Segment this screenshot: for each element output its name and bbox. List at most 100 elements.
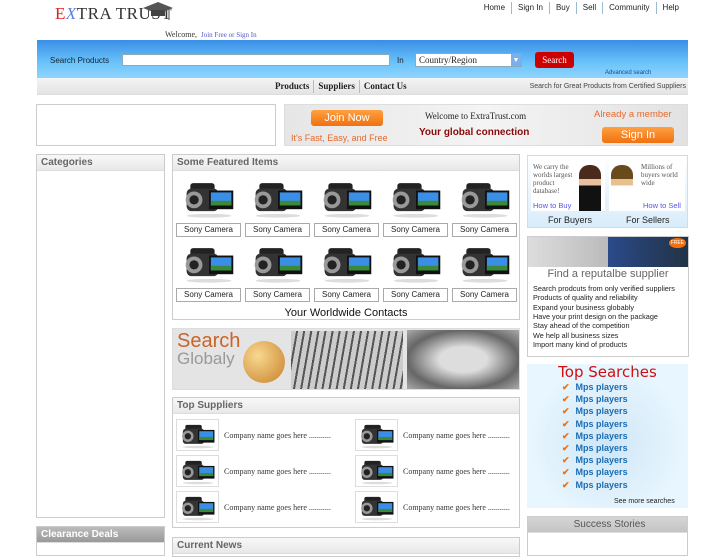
top-search-label[interactable]: Mps players — [576, 382, 628, 392]
supplier-benefit: Products of quality and reliability — [533, 293, 638, 303]
checkmark-icon: ✔ — [562, 430, 570, 441]
advanced-search-link[interactable]: Advanced search — [605, 70, 651, 76]
top-search-item[interactable]: ✔ Mps players — [562, 419, 628, 430]
country-select[interactable]: Country/Region ▼ — [415, 53, 522, 67]
camera-icon — [358, 493, 396, 521]
camera-icon — [319, 240, 375, 286]
how-to-sell-link[interactable]: How to Sell — [643, 201, 681, 210]
featured-item[interactable]: Sony Camera — [452, 175, 517, 237]
top-search-label[interactable]: Mps players — [576, 419, 628, 429]
company-name[interactable]: Company name goes here ........... — [403, 467, 510, 476]
supplier-item[interactable]: Company name goes here ........... — [355, 419, 510, 451]
featured-item[interactable]: Sony Camera — [245, 240, 310, 302]
top-search-item[interactable]: ✔ Mps players — [562, 382, 628, 393]
logo[interactable]: EXTRA TRUST — [55, 2, 173, 24]
featured-item-label: Sony Camera — [245, 288, 310, 302]
categories-panel: Categories — [36, 154, 165, 518]
camera-icon — [250, 175, 306, 221]
featured-item-label: Sony Camera — [452, 288, 517, 302]
seller-text: Millions of buyers world wide — [641, 163, 678, 187]
camera-icon — [457, 240, 513, 286]
supplier-item[interactable]: Company name goes here ........... — [176, 455, 331, 487]
in-label: In — [397, 56, 404, 65]
join-signin-link[interactable]: Join Free or Sign In — [201, 31, 257, 39]
featured-item[interactable]: Sony Camera — [452, 240, 517, 302]
featured-item-label: Sony Camera — [383, 288, 448, 302]
featured-item[interactable]: Sony Camera — [314, 175, 379, 237]
supplier-thumbnail — [355, 419, 398, 451]
featured-item-label: Sony Camera — [314, 288, 379, 302]
top-search-item[interactable]: ✔ Mps players — [562, 431, 628, 442]
top-search-label[interactable]: Mps players — [576, 431, 628, 441]
company-name[interactable]: Company name goes here ........... — [224, 503, 331, 512]
already-member: Already a member — [594, 109, 672, 120]
company-name[interactable]: Company name goes here ........... — [403, 503, 510, 512]
worldwide-contacts: Your Worldwide Contacts — [284, 307, 408, 319]
supplier-item[interactable]: Company name goes here ........... — [355, 455, 510, 487]
join-banner: Join Now It's Fast, Easy, and Free Welco… — [284, 104, 688, 146]
supplier-banner-image — [528, 237, 688, 267]
camera-icon — [181, 240, 237, 286]
featured-item[interactable]: Sony Camera — [383, 175, 448, 237]
for-sellers-label: For Sellers — [626, 215, 670, 225]
how-to-buy-link[interactable]: How to Buy — [533, 201, 571, 210]
top-search-label[interactable]: Mps players — [576, 455, 628, 465]
supplier-item[interactable]: Company name goes here ........... — [355, 491, 510, 523]
nav-buy[interactable]: Buy — [548, 2, 576, 14]
checkmark-icon: ✔ — [562, 418, 570, 429]
company-name[interactable]: Company name goes here ........... — [224, 467, 331, 476]
company-name[interactable]: Company name goes here ........... — [224, 431, 331, 440]
nav-sell[interactable]: Sell — [575, 2, 602, 14]
top-search-item[interactable]: ✔ Mps players — [562, 406, 628, 417]
menu-suppliers[interactable]: Suppliers — [313, 80, 359, 93]
top-search-label[interactable]: Mps players — [576, 467, 628, 477]
featured-item-label: Sony Camera — [314, 223, 379, 237]
supplier-item[interactable]: Company name goes here ........... — [176, 419, 331, 451]
supplier-benefit: We help all business sizes — [533, 330, 619, 340]
buyer-card[interactable]: We carry the worlds largest product data… — [531, 161, 605, 211]
nav-sign-in[interactable]: Sign In — [511, 2, 549, 14]
nav-home[interactable]: Home — [478, 2, 511, 14]
nav-community[interactable]: Community — [602, 2, 655, 14]
featured-item[interactable]: Sony Camera — [176, 175, 241, 237]
businesswoman-image — [611, 165, 633, 211]
top-search-item[interactable]: ✔ Mps players — [562, 455, 628, 466]
top-search-item[interactable]: ✔ Mps players — [562, 394, 628, 405]
search-button[interactable]: Search — [535, 52, 574, 68]
clearance-panel: Clearance Deals — [36, 526, 165, 556]
featured-item-label: Sony Camera — [452, 223, 517, 237]
categories-title: Categories — [37, 155, 164, 171]
menu-products[interactable]: Products — [271, 80, 313, 93]
top-search-item[interactable]: ✔ Mps players — [562, 467, 628, 478]
meeting-image — [407, 330, 519, 389]
search-input[interactable] — [122, 54, 390, 66]
camera-icon — [179, 421, 217, 449]
top-search-item[interactable]: ✔ Mps players — [562, 480, 628, 491]
join-now-button[interactable]: Join Now — [311, 110, 383, 126]
menu-contact-us[interactable]: Contact Us — [358, 80, 411, 93]
seller-card[interactable]: Millions of buyers world wide How to Sel… — [609, 161, 685, 211]
supplier-item[interactable]: Company name goes here ........... — [176, 491, 331, 523]
featured-item[interactable]: Sony Camera — [314, 240, 379, 302]
top-search-item[interactable]: ✔ Mps players — [562, 443, 628, 454]
checkmark-icon: ✔ — [562, 467, 570, 478]
featured-item[interactable]: Sony Camera — [383, 240, 448, 302]
top-search-label[interactable]: Mps players — [576, 480, 628, 490]
camera-icon — [358, 421, 396, 449]
search-globaly-line1: Search — [177, 330, 241, 352]
top-search-label[interactable]: Mps players — [576, 394, 628, 404]
featured-title: Some Featured Items — [173, 155, 519, 171]
top-search-label[interactable]: Mps players — [576, 406, 628, 416]
featured-item-label: Sony Camera — [245, 223, 310, 237]
top-searches-box: Top Searches ✔ Mps players ✔ Mps players ✔ Mp… — [527, 363, 688, 508]
global-connection: Your global connection — [419, 127, 530, 138]
featured-item[interactable]: Sony Camera — [245, 175, 310, 237]
featured-item[interactable]: Sony Camera — [176, 240, 241, 302]
nav-help[interactable]: Help — [655, 2, 685, 14]
top-search-label[interactable]: Mps players — [576, 443, 628, 453]
company-name[interactable]: Company name goes here ........... — [403, 431, 510, 440]
see-more-searches-link[interactable]: See more searches — [614, 498, 675, 505]
find-supplier-box: FREE Find a reputalbe supplier Search pr… — [527, 236, 689, 357]
menu-bar: Products Suppliers Contact Us Search for… — [37, 78, 688, 95]
sign-in-button[interactable]: Sign In — [602, 127, 674, 143]
